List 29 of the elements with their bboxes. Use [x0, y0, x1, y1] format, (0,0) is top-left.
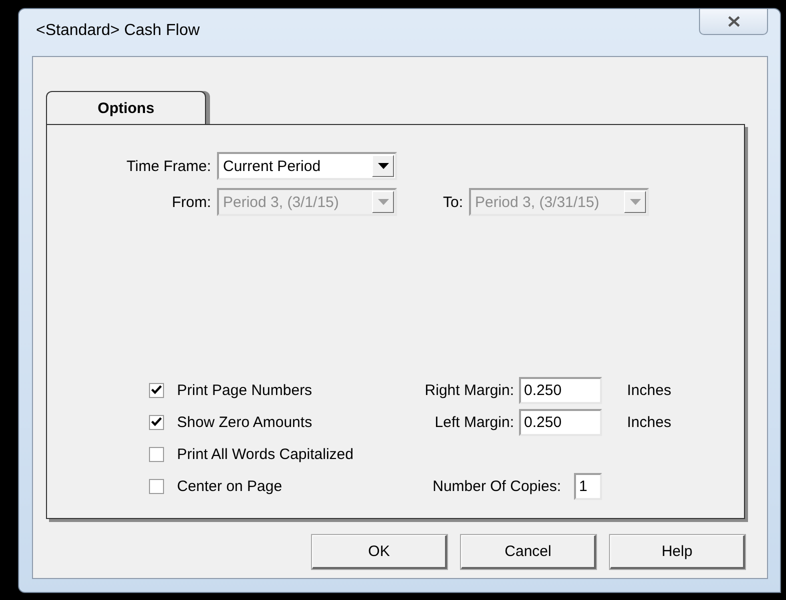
- checkbox[interactable]: Print All Words Capitalized: [149, 446, 397, 462]
- input-field[interactable]: 1: [574, 472, 602, 500]
- field-label: Number Of Copies:: [432, 478, 561, 494]
- input-field[interactable]: 0.250: [519, 376, 602, 404]
- checkbox-box[interactable]: [149, 446, 164, 462]
- window-title: <Standard> Cash Flow: [35, 22, 200, 40]
- close-icon: [728, 16, 740, 27]
- field-label: Left Margin:: [434, 414, 514, 430]
- caret-icon: [630, 199, 640, 205]
- field-label: Time Frame:: [126, 158, 211, 174]
- dialog-button[interactable]: Cancel: [461, 535, 596, 569]
- checkbox-box[interactable]: [149, 382, 164, 398]
- checkbox[interactable]: Center on Page: [149, 478, 397, 494]
- dialog-button[interactable]: OK: [312, 535, 447, 569]
- unit-label: Inches: [626, 382, 672, 398]
- input-field[interactable]: 0.250: [519, 408, 602, 436]
- caret-icon: [378, 199, 388, 205]
- close-button[interactable]: [699, 9, 768, 35]
- field-label: Right Margin:: [424, 382, 514, 398]
- field-label: From:: [170, 194, 211, 210]
- caret-icon: [378, 163, 388, 169]
- checkbox[interactable]: Show Zero Amounts: [149, 414, 397, 430]
- checkbox-box[interactable]: [149, 414, 164, 430]
- dialog-button[interactable]: Help: [610, 535, 745, 569]
- dropdown[interactable]: Current Period: [217, 152, 397, 180]
- unit-label: Inches: [626, 414, 672, 430]
- checkbox[interactable]: Print Page Numbers: [149, 382, 397, 398]
- field-label: To:: [442, 194, 463, 210]
- checkbox-box[interactable]: [149, 478, 164, 494]
